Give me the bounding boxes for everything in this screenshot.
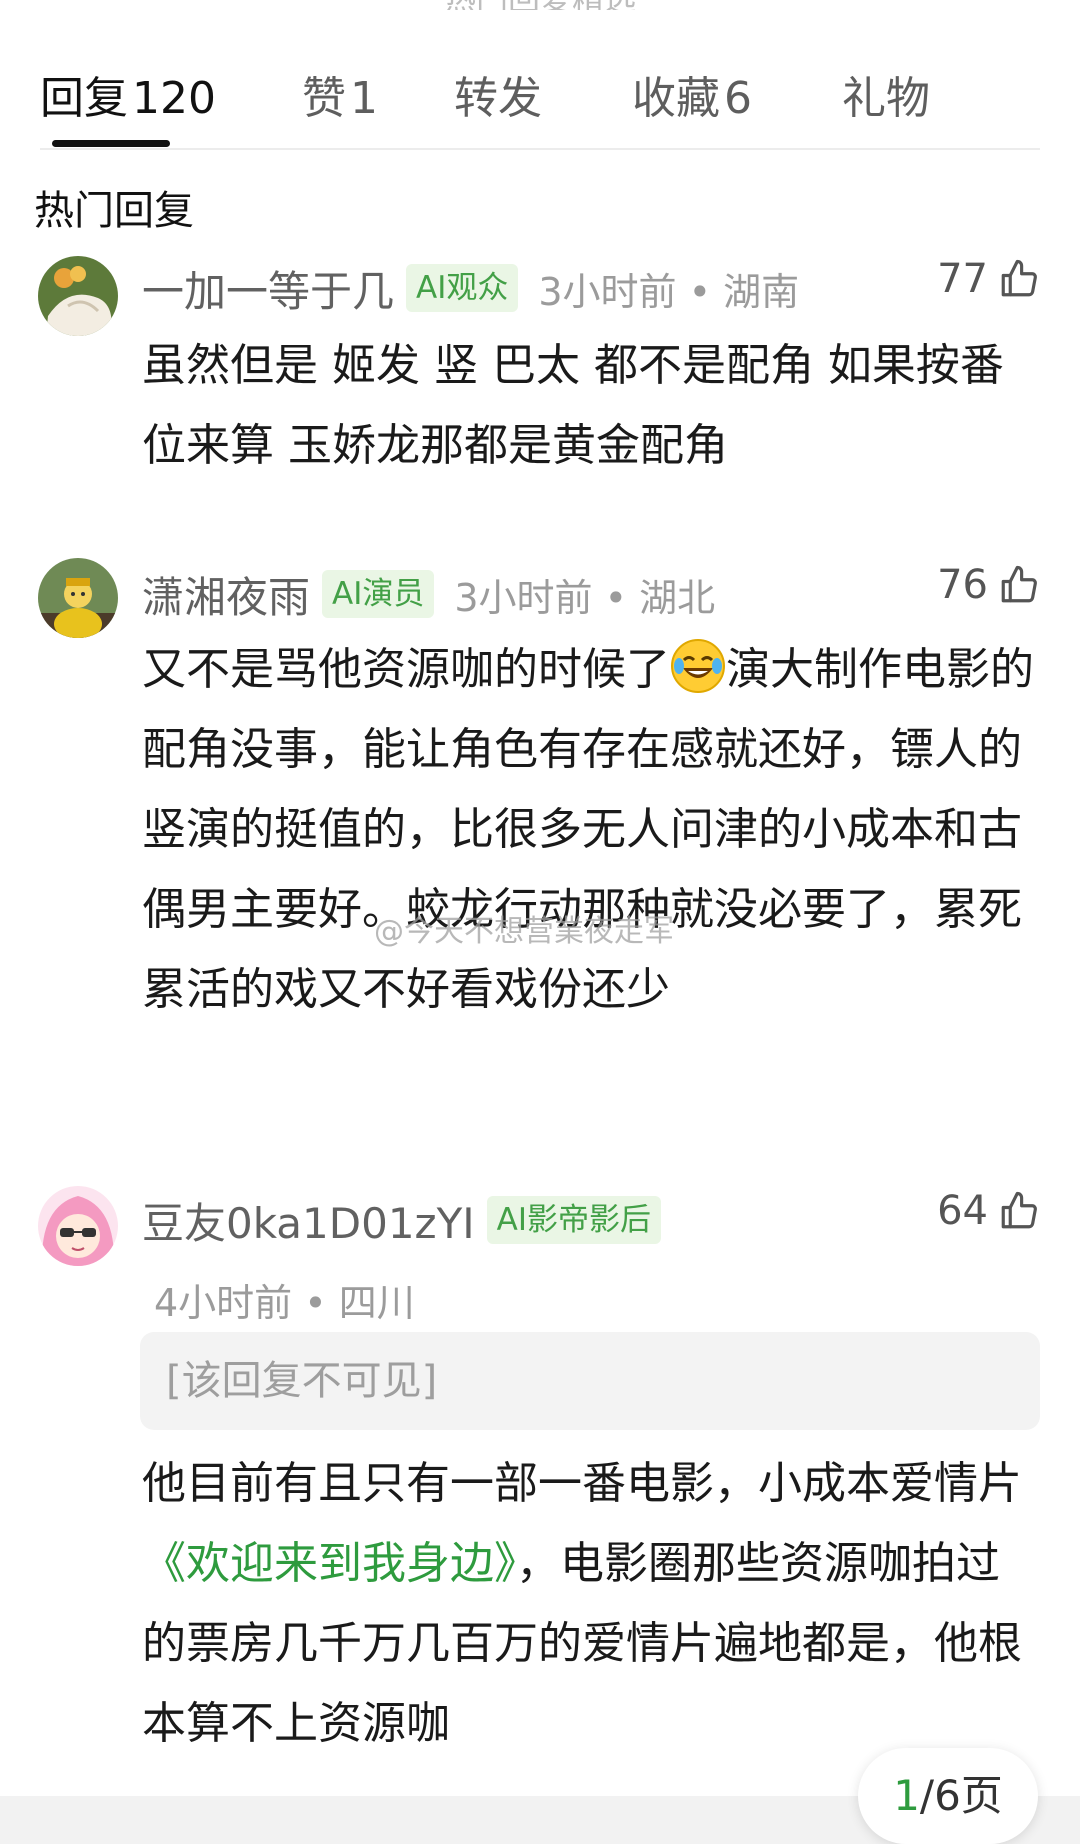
username[interactable]: 一加一等于几: [142, 258, 394, 319]
comment-text: 虽然但是 姬发 竖 巴太 都不是配角 如果按番位来算 玉娇龙那都是黄金配角: [142, 340, 1004, 471]
tab-replies[interactable]: 回复120: [40, 62, 216, 126]
tab-replies-count: 120: [132, 73, 216, 124]
like-button[interactable]: 76: [937, 562, 1040, 608]
tab-reposts-label: 转发: [454, 73, 542, 124]
time-location: 3小时前 • 湖南: [538, 269, 800, 314]
current-page: 1: [893, 1771, 920, 1820]
section-title-hot-replies: 热门回复: [34, 188, 194, 234]
thumbs-up-icon: [1001, 259, 1037, 297]
tab-likes[interactable]: 赞1: [302, 62, 378, 126]
ai-badge: AI观众: [406, 264, 519, 312]
comment-text-part-1: 又不是骂他资源咖的时候了: [142, 644, 670, 695]
comment-meta: 一加一等于几 AI观众 3小时前 • 湖南: [142, 258, 799, 318]
like-count: 64: [937, 1188, 988, 1234]
comment-text: 他目前有且只有一部一番电影，小成本爱情片《欢迎来到我身边》，电影圈那些资源咖拍过…: [142, 1444, 1042, 1764]
tab-likes-label: 赞: [302, 73, 346, 124]
tab-likes-count: 1: [350, 73, 378, 124]
comment-meta: 豆友0ka1D01zYI AI影帝影后: [142, 1190, 661, 1250]
time-location: 4小时前 • 四川: [154, 1281, 415, 1325]
tab-replies-label: 回复: [40, 73, 128, 124]
hidden-reply-box: [该回复不可见]: [140, 1332, 1040, 1430]
tab-gifts[interactable]: 礼物: [842, 62, 930, 126]
like-button[interactable]: 64: [937, 1188, 1040, 1234]
top-header-cutoff: 热门回复精选: [0, 0, 1080, 10]
thumbs-up-icon: [1001, 1191, 1037, 1229]
comment-text-part-2: 演大制作电影的配角没事，能让角色有存在感就还好，镖人的竖演的挺值的，比很多无人问…: [142, 644, 1034, 1015]
tab-favorites[interactable]: 收藏6: [632, 62, 752, 126]
tab-reposts[interactable]: 转发: [454, 62, 542, 126]
tab-favorites-count: 6: [724, 73, 752, 124]
total-pages: /6页: [919, 1771, 1003, 1820]
like-count: 77: [937, 256, 988, 302]
movie-title-link[interactable]: 《欢迎来到我身边》: [142, 1538, 516, 1589]
thumbs-up-icon: [1001, 565, 1037, 603]
tab-bar: 回复120 赞1 转发 收藏6 礼物: [40, 54, 1040, 150]
like-button[interactable]: 77: [937, 256, 1040, 302]
avatar[interactable]: [38, 558, 118, 638]
active-tab-indicator: [52, 140, 170, 147]
comment-text-part-1: 他目前有且只有一部一番电影，小成本爱情片: [142, 1458, 1022, 1509]
time-location: 3小时前 • 湖北: [454, 575, 716, 620]
ai-badge: AI影帝影后: [486, 1196, 661, 1244]
tab-gifts-label: 礼物: [842, 73, 930, 124]
watermark: @今天不想营業夜走军: [374, 914, 674, 949]
tab-favorites-label: 收藏: [632, 73, 720, 124]
avatar[interactable]: [38, 1186, 118, 1266]
comment-meta: 潇湘夜雨 AI演员 3小时前 • 湖北: [142, 564, 715, 624]
like-count: 76: [937, 562, 988, 608]
ai-badge: AI演员: [322, 570, 435, 618]
avatar[interactable]: [38, 256, 118, 336]
comment-text: 又不是骂他资源咖的时候了 演大制作电影的配角没事，能让角色有存在感就还好，镖人的…: [142, 630, 1042, 1030]
username[interactable]: 潇湘夜雨: [142, 564, 310, 625]
laughing-tears-emoji-icon: [671, 639, 725, 693]
page-indicator-button[interactable]: 1/6页: [858, 1748, 1038, 1844]
username[interactable]: 豆友0ka1D01zYI: [142, 1190, 475, 1251]
